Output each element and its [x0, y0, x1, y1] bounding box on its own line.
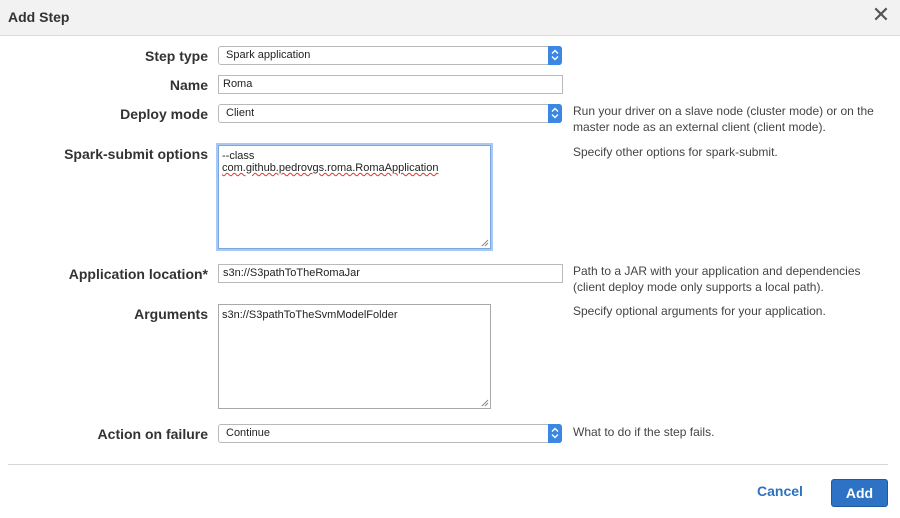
cancel-button[interactable]: Cancel	[757, 483, 803, 499]
resize-grip-icon[interactable]	[481, 399, 489, 407]
spark-submit-label: Spark-submit options	[64, 146, 208, 162]
select-arrows-icon	[548, 104, 562, 123]
app-location-label: Application location*	[68, 266, 208, 282]
app-location-help: Path to a JAR with your application and …	[573, 263, 888, 295]
spark-submit-line1: --class	[222, 150, 255, 162]
arguments-textarea[interactable]: s3n://S3pathToTheSvmModelFolder	[218, 304, 491, 409]
arguments-value: s3n://S3pathToTheSvmModelFolder	[222, 309, 398, 321]
select-arrows-icon	[548, 46, 562, 65]
footer-divider	[8, 464, 888, 465]
deploy-mode-value: Client	[226, 107, 255, 119]
app-location-help-line1: Path to a JAR with your application and …	[573, 264, 861, 278]
deploy-mode-help-line2: master node as an external client (clien…	[573, 120, 826, 134]
action-on-failure-label: Action on failure	[97, 426, 208, 442]
deploy-mode-select[interactable]: Client	[218, 104, 562, 123]
deploy-mode-help: Run your driver on a slave node (cluster…	[573, 103, 888, 135]
step-type-label: Step type	[144, 48, 208, 64]
close-icon[interactable]: ✕	[871, 4, 891, 26]
app-location-input[interactable]: s3n://S3pathToTheRomaJar	[218, 264, 563, 283]
app-location-help-line2: (client deploy mode only supports a loca…	[573, 280, 824, 294]
deploy-mode-help-line1: Run your driver on a slave node (cluster…	[573, 104, 874, 118]
step-type-select[interactable]: Spark application	[218, 46, 562, 65]
dialog-header: Add Step ✕	[0, 0, 900, 36]
name-input[interactable]: Roma	[218, 75, 563, 94]
add-button[interactable]: Add	[831, 479, 888, 507]
action-on-failure-help: What to do if the step fails.	[573, 425, 715, 439]
deploy-mode-label: Deploy mode	[120, 106, 208, 122]
arguments-help: Specify optional arguments for your appl…	[573, 304, 826, 318]
action-on-failure-select[interactable]: Continue	[218, 424, 562, 443]
dialog-title: Add Step	[8, 9, 70, 25]
arguments-label: Arguments	[134, 306, 208, 322]
step-type-value: Spark application	[226, 49, 311, 61]
resize-grip-icon[interactable]	[481, 239, 489, 247]
name-label: Name	[169, 77, 208, 93]
select-arrows-icon	[548, 424, 562, 443]
spark-submit-textarea[interactable]: --class com.github.pedrovgs.roma.RomaApp…	[218, 145, 491, 249]
spark-submit-help: Specify other options for spark-submit.	[573, 145, 778, 159]
spark-submit-line2: com.github.pedrovgs.roma.RomaApplication	[222, 162, 439, 174]
action-on-failure-value: Continue	[226, 427, 271, 439]
